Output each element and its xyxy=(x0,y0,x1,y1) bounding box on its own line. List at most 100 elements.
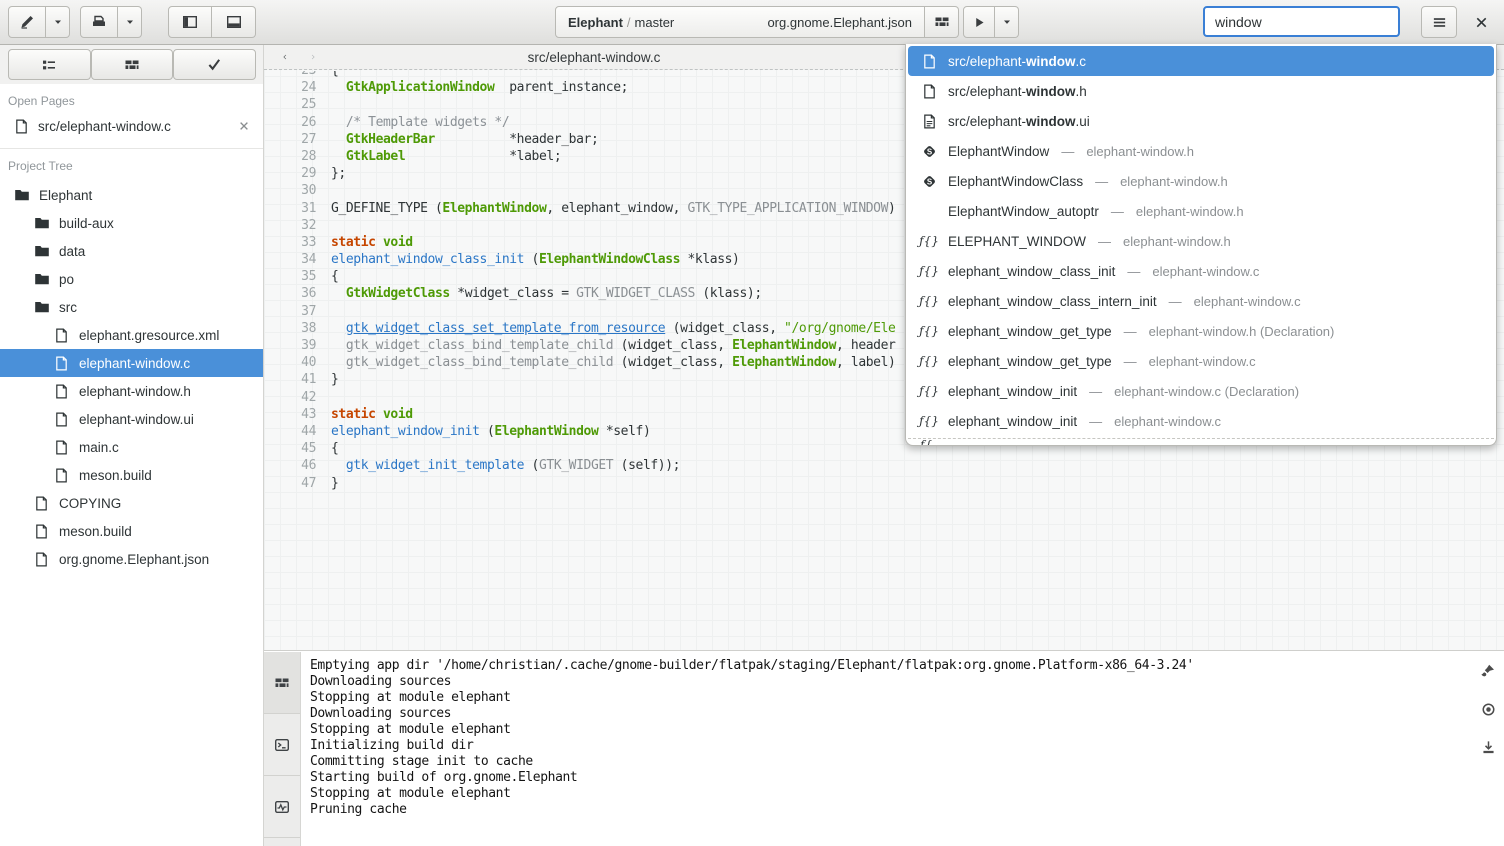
result-separator: — xyxy=(1169,294,1182,309)
file-icon xyxy=(54,412,71,427)
tab-build-output[interactable] xyxy=(264,652,300,714)
search-result-item[interactable]: ƒ{}ELEPHANT_WINDOW—elephant-window.h xyxy=(908,226,1494,256)
svg-text:S: S xyxy=(926,147,931,156)
build-log-output[interactable]: Emptying app dir '/home/christian/.cache… xyxy=(310,651,1464,846)
save-log-button[interactable] xyxy=(1478,737,1498,757)
line-number: 25 xyxy=(264,96,316,113)
device-button[interactable] xyxy=(80,6,118,38)
result-location: elephant-window.c xyxy=(1149,354,1256,369)
result-separator: — xyxy=(1111,204,1124,219)
search-result-item[interactable]: ƒ{}elephant_window_init—elephant-window.… xyxy=(908,376,1494,406)
toggle-left-panel-button[interactable] xyxy=(168,6,212,38)
search-result-item[interactable]: src/elephant-window.h xyxy=(908,76,1494,106)
line-number: 29 xyxy=(264,165,316,182)
tab-profiler[interactable] xyxy=(264,776,300,838)
tree-item-elephant-gresource-xml[interactable]: elephant.gresource.xml xyxy=(0,321,263,349)
file-icon xyxy=(34,496,51,511)
search-result-item[interactable]: ElephantWindow_autoptr—elephant-window.h xyxy=(908,196,1494,226)
result-name: elephant_window_init xyxy=(948,414,1077,429)
build-targets-view-button[interactable] xyxy=(91,49,174,80)
line-number: 35 xyxy=(264,268,316,285)
tree-item-copying[interactable]: COPYING xyxy=(0,489,263,517)
project-bar: Elephant/master org.gnome.Elephant.json xyxy=(555,6,959,38)
search-result-item[interactable]: SElephantWindowClass—elephant-window.h xyxy=(908,166,1494,196)
result-name: elephant_window_init xyxy=(948,384,1077,399)
tree-item-meson-build[interactable]: meson.build xyxy=(0,517,263,545)
code-text: elephant_window_class_init (ElephantWind… xyxy=(331,251,739,268)
window-close-button[interactable] xyxy=(1466,8,1496,36)
pages-list-view-button[interactable] xyxy=(8,49,91,80)
search-result-item[interactable]: ƒ{}elephant_window_class_intern_init—ele… xyxy=(908,286,1494,316)
result-separator: — xyxy=(1127,264,1140,279)
result-location: elephant-window.c xyxy=(1152,264,1259,279)
log-line: Pruning cache xyxy=(310,802,1464,818)
line-number: 27 xyxy=(264,131,316,148)
close-icon xyxy=(238,120,250,132)
line-number: 45 xyxy=(264,440,316,457)
close-page-button[interactable] xyxy=(231,113,257,139)
code-text: gtk_widget_init_template (GTK_WIDGET (se… xyxy=(331,457,680,474)
tree-item-data[interactable]: data xyxy=(0,237,263,265)
code-text: gtk_widget_class_set_template_from_resou… xyxy=(331,320,895,337)
global-search-input[interactable] xyxy=(1203,6,1400,37)
function-icon: ƒ{} xyxy=(920,415,938,427)
search-result-item[interactable]: src/elephant-window.c xyxy=(908,46,1494,76)
tree-item-src[interactable]: src xyxy=(0,293,263,321)
tree-item-meson-build[interactable]: meson.build xyxy=(0,461,263,489)
file-icon xyxy=(54,384,71,399)
run-options-caret[interactable] xyxy=(995,6,1019,38)
tree-item-elephant-window-c[interactable]: elephant-window.c xyxy=(0,349,263,377)
search-result-item[interactable]: ƒ{}elephant_window_get_type—elephant-win… xyxy=(908,316,1494,346)
result-location: elephant-window.h xyxy=(1123,234,1231,249)
search-result-item[interactable]: SElephantWindow—elephant-window.h xyxy=(908,136,1494,166)
tree-item-label: build-aux xyxy=(59,216,114,231)
menu-button[interactable] xyxy=(1421,6,1457,38)
line-number: 33 xyxy=(264,234,316,251)
edit-mode-button[interactable] xyxy=(8,6,46,38)
edit-mode-caret[interactable] xyxy=(46,6,70,38)
line-number: 31 xyxy=(264,200,316,217)
log-line: Initializing build dir xyxy=(310,738,1464,754)
toggle-bottom-panel-button[interactable] xyxy=(212,6,256,38)
line-number: 24 xyxy=(264,79,316,96)
editor-document-title: src/elephant-window.c xyxy=(264,44,924,70)
build-config-label: org.gnome.Elephant.json xyxy=(767,15,912,30)
tree-item-elephant-window-h[interactable]: elephant-window.h xyxy=(0,377,263,405)
chevron-down-icon xyxy=(52,16,64,28)
tree-item-label: po xyxy=(59,272,74,287)
todos-view-button[interactable] xyxy=(173,49,256,80)
search-result-item[interactable]: ƒ{}elephant_window_get_type—elephant-win… xyxy=(908,346,1494,376)
tree-item-org-gnome-elephant-json[interactable]: org.gnome.Elephant.json xyxy=(0,545,263,573)
folder-icon xyxy=(14,187,31,203)
chevron-down-icon xyxy=(1001,16,1013,28)
build-button[interactable] xyxy=(925,6,959,38)
file-icon xyxy=(34,552,51,567)
profiler-icon xyxy=(274,799,290,815)
run-button[interactable] xyxy=(963,6,995,38)
code-text: } xyxy=(331,371,338,388)
tab-terminal[interactable] xyxy=(264,714,300,776)
tree-item-label: data xyxy=(59,244,85,259)
search-result-item[interactable]: ƒ{}elephant_window_init—elephant-window.… xyxy=(908,406,1494,436)
function-icon: ƒ{} xyxy=(919,415,939,427)
open-page-item[interactable]: src/elephant-window.c xyxy=(0,112,263,140)
search-result-item[interactable]: ƒ{}elephant_window_class_init—elephant-w… xyxy=(908,256,1494,286)
tree-item-po[interactable]: po xyxy=(0,265,263,293)
tree-item-build-aux[interactable]: build-aux xyxy=(0,209,263,237)
project-button[interactable]: Elephant/master org.gnome.Elephant.json xyxy=(555,6,925,38)
tree-item-elephant-window-ui[interactable]: elephant-window.ui xyxy=(0,405,263,433)
class-icon: S xyxy=(920,174,938,189)
result-name: elephant_window_get_type xyxy=(948,324,1112,339)
code-text: GtkApplicationWindow parent_instance; xyxy=(331,79,628,96)
line-number: 47 xyxy=(264,475,316,492)
result-name: elephant_window_get_type xyxy=(948,354,1112,369)
tree-item-elephant[interactable]: Elephant xyxy=(0,181,263,209)
device-caret[interactable] xyxy=(118,6,142,38)
clear-log-button[interactable] xyxy=(1478,661,1498,681)
tree-item-main-c[interactable]: main.c xyxy=(0,433,263,461)
search-result-item[interactable]: src/elephant-window.ui xyxy=(908,106,1494,136)
file-icon xyxy=(54,468,71,483)
record-log-button[interactable] xyxy=(1478,699,1498,719)
result-name: src/elephant-window.c xyxy=(948,54,1086,69)
file-icon xyxy=(34,524,51,539)
